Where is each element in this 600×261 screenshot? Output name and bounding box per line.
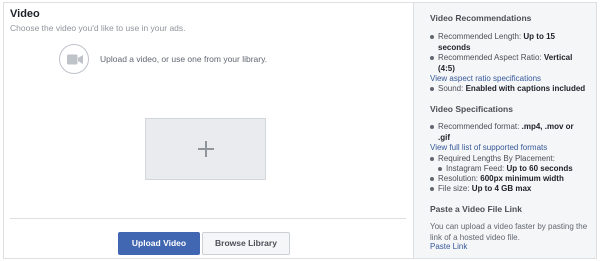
length-value-cont: seconds bbox=[438, 42, 471, 52]
paste-link[interactable]: Paste Link bbox=[430, 242, 467, 253]
paste-text-line2: link of a hosted video file. bbox=[430, 233, 520, 242]
resolution-label: Resolution: bbox=[438, 174, 479, 183]
resolution-item: Resolution: 600px minimum width bbox=[430, 174, 564, 185]
paste-text-line1: You can upload a video faster by pasting… bbox=[430, 222, 588, 231]
section-subtitle: Choose the video you'd like to use in yo… bbox=[10, 23, 186, 33]
bullet bbox=[438, 167, 442, 171]
paste-link-heading: Paste a Video File Link bbox=[430, 204, 522, 214]
ratio-label: Recommended Aspect Ratio: bbox=[438, 53, 542, 62]
plus-icon bbox=[197, 141, 214, 157]
video-dropzone[interactable] bbox=[145, 118, 266, 180]
supported-formats-link[interactable]: View full list of supported formats bbox=[430, 143, 547, 154]
instagram-label: Instagram Feed: bbox=[446, 164, 505, 173]
divider bbox=[10, 218, 406, 219]
ratio-value: Vertical bbox=[543, 53, 573, 62]
video-specifications-heading: Video Specifications bbox=[430, 104, 513, 114]
format-label: Recommended format: bbox=[438, 122, 520, 131]
format-value: .mp4, .mov or bbox=[521, 122, 574, 131]
upload-video-button[interactable]: Upload Video bbox=[118, 232, 200, 255]
recommendations-sidebar: Video Recommendations Recommended Length… bbox=[414, 3, 596, 258]
bullet bbox=[430, 177, 434, 181]
file-size-item: File size: Up to 4 GB max bbox=[430, 184, 532, 195]
lengths-label: Required Lengths By Placement: bbox=[438, 154, 555, 163]
sound-label: Sound: bbox=[438, 84, 464, 93]
length-value: Up to 15 bbox=[523, 32, 555, 41]
video-recommendations-heading: Video Recommendations bbox=[430, 13, 532, 23]
browse-library-button[interactable]: Browse Library bbox=[202, 232, 290, 255]
resolution-value: 600px minimum width bbox=[480, 174, 564, 183]
bullet bbox=[430, 125, 434, 129]
aspect-ratio-specs-link[interactable]: View aspect ratio specifications bbox=[430, 74, 541, 85]
recommended-length-item: Recommended Length: Up to 15 seconds bbox=[430, 32, 555, 53]
instagram-feed-item: Instagram Feed: Up to 60 seconds bbox=[438, 164, 573, 175]
bullet bbox=[430, 157, 434, 161]
video-camera-icon bbox=[59, 44, 89, 74]
ratio-value-cont: (4:5) bbox=[438, 63, 455, 73]
bullet bbox=[430, 35, 434, 39]
recommended-format-item: Recommended format: .mp4, .mov or .gif bbox=[430, 122, 574, 143]
aspect-ratio-item: Recommended Aspect Ratio: Vertical (4:5) bbox=[430, 53, 573, 74]
section-title: Video bbox=[10, 8, 40, 20]
format-value-cont: .gif bbox=[438, 132, 450, 142]
bullet bbox=[430, 56, 434, 60]
sound-value: Enabled with captions included bbox=[465, 84, 586, 93]
filesize-label: File size: bbox=[438, 184, 470, 193]
video-upload-section: Video Choose the video you'd like to use… bbox=[4, 3, 414, 258]
instagram-value: Up to 60 seconds bbox=[506, 164, 573, 173]
bullet bbox=[430, 87, 434, 91]
upload-hint: Upload a video, or use one from your lib… bbox=[100, 54, 268, 64]
required-lengths-item: Required Lengths By Placement: bbox=[430, 154, 555, 165]
paste-link-description: You can upload a video faster by pasting… bbox=[430, 221, 595, 243]
length-label: Recommended Length: bbox=[438, 32, 522, 41]
video-panel: Video Choose the video you'd like to use… bbox=[3, 2, 597, 259]
sound-item: Sound: Enabled with captions included bbox=[430, 84, 586, 95]
filesize-value: Up to 4 GB max bbox=[471, 184, 532, 193]
bullet bbox=[430, 187, 434, 191]
